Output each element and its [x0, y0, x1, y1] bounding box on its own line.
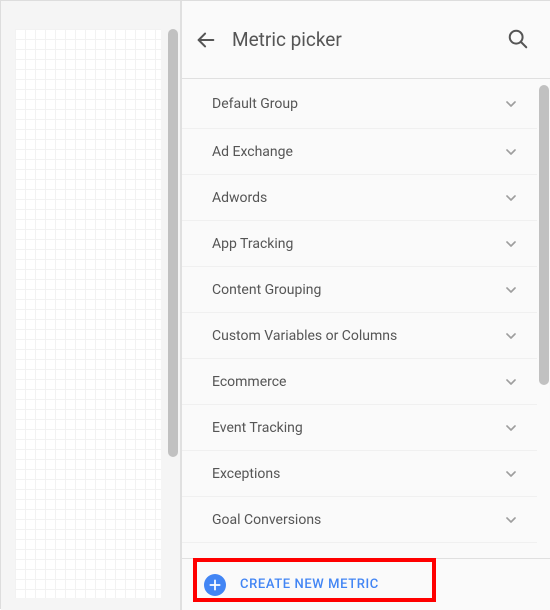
group-row-ad-exchange[interactable]: Ad Exchange: [182, 129, 537, 175]
chevron-down-icon: [503, 420, 519, 436]
group-label: Custom Variables or Columns: [212, 328, 503, 344]
chevron-down-icon: [503, 558, 519, 559]
group-row-ecommerce[interactable]: Ecommerce: [182, 359, 537, 405]
chevron-down-icon: [503, 466, 519, 482]
chevron-down-icon: [503, 512, 519, 528]
group-label: Adwords: [212, 190, 503, 206]
chevron-down-icon: [503, 190, 519, 206]
create-new-metric-label: CREATE NEW METRIC: [240, 577, 379, 592]
panel-title: Metric picker: [232, 28, 507, 51]
panel-header: Metric picker: [182, 1, 550, 79]
group-row-internal-search[interactable]: Internal Search: [182, 543, 537, 558]
back-icon[interactable]: [194, 28, 218, 52]
group-label: Goal Conversions: [212, 512, 503, 528]
group-label: Event Tracking: [212, 420, 503, 436]
group-list-container: Default Group Ad Exchange Adwords App Tr…: [182, 79, 550, 558]
canvas-area: [1, 1, 181, 610]
plus-icon: [204, 574, 226, 596]
group-row-content-grouping[interactable]: Content Grouping: [182, 267, 537, 313]
chevron-down-icon: [503, 282, 519, 298]
group-label: Ad Exchange: [212, 144, 503, 160]
group-row-event-tracking[interactable]: Event Tracking: [182, 405, 537, 451]
group-row-default-group[interactable]: Default Group: [182, 79, 537, 129]
create-new-metric-button[interactable]: CREATE NEW METRIC: [182, 558, 550, 610]
panel-scrollbar-thumb[interactable]: [539, 85, 549, 385]
group-row-goal-conversions[interactable]: Goal Conversions: [182, 497, 537, 543]
metric-picker-panel: Metric picker Default Group Ad Exchange: [181, 1, 550, 610]
report-canvas[interactable]: [15, 29, 161, 598]
group-row-adwords[interactable]: Adwords: [182, 175, 537, 221]
group-row-app-tracking[interactable]: App Tracking: [182, 221, 537, 267]
group-label: Internal Search: [212, 558, 503, 559]
group-label: Ecommerce: [212, 374, 503, 390]
group-row-custom-variables[interactable]: Custom Variables or Columns: [182, 313, 537, 359]
chevron-down-icon: [503, 144, 519, 160]
left-scrollbar-thumb[interactable]: [168, 29, 178, 457]
chevron-down-icon: [503, 236, 519, 252]
chevron-down-icon: [503, 374, 519, 390]
chevron-down-icon: [503, 328, 519, 344]
group-row-exceptions[interactable]: Exceptions: [182, 451, 537, 497]
group-label: Default Group: [212, 96, 503, 112]
group-label: Content Grouping: [212, 282, 503, 298]
search-icon[interactable]: [507, 28, 531, 52]
group-label: App Tracking: [212, 236, 503, 252]
chevron-down-icon: [503, 96, 519, 112]
group-list: Default Group Ad Exchange Adwords App Tr…: [182, 79, 537, 558]
group-label: Exceptions: [212, 466, 503, 482]
